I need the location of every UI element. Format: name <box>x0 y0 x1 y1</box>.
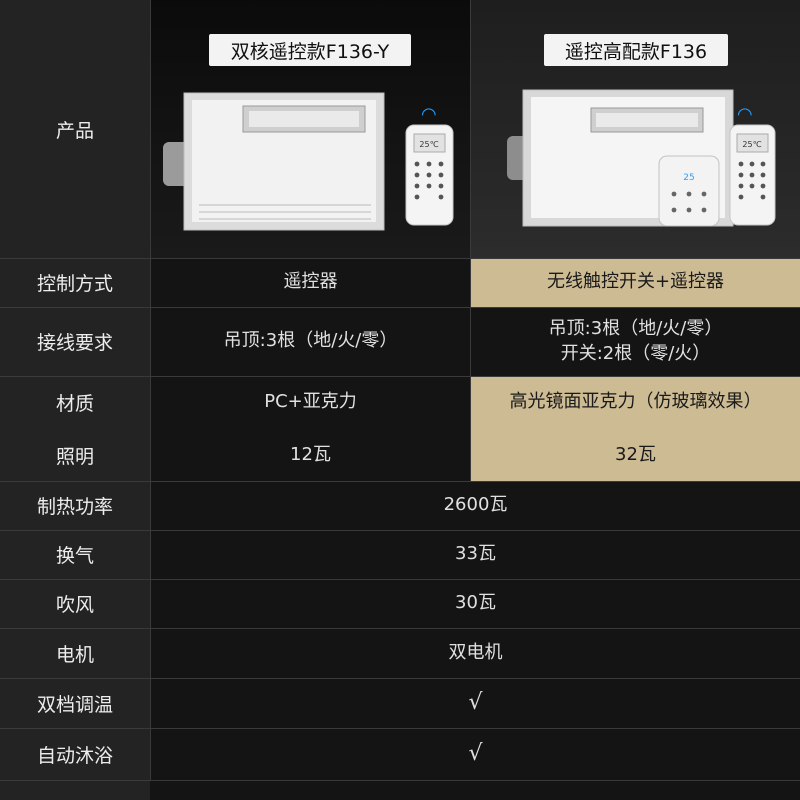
p2-wiring-line1: 吊顶:3根（地/火/零） <box>548 318 723 340</box>
row-label-material: 材质 <box>55 393 94 415</box>
row-label-heating-power: 制热功率 <box>36 496 113 518</box>
divider <box>0 307 800 308</box>
p2-wiring-line2: 开关:2根（零/火） <box>560 342 711 364</box>
wifi-icon: ◠ <box>421 104 437 125</box>
comparison-table: 双核遥控款F136-Y 25℃ ◠ 遥控高配款F136 25 25℃ ◠ 产品 … <box>0 0 800 800</box>
dual-temp-check: √ <box>468 690 483 716</box>
row-label-product: 产品 <box>55 119 94 142</box>
divider <box>0 678 800 679</box>
row-label-motor: 电机 <box>55 643 94 666</box>
row-label-lighting: 照明 <box>55 445 94 468</box>
divider <box>150 0 151 780</box>
wifi-icon: ◠ <box>737 104 753 125</box>
panel-display: 25 <box>683 173 694 183</box>
divider <box>0 376 800 377</box>
product-cell-1: 双核遥控款F136-Y 25℃ ◠ <box>151 0 470 258</box>
p2-material: 高光镜面亚克力（仿玻璃效果） <box>471 376 800 429</box>
p2-wiring: 吊顶:3根（地/火/零） 开关:2根（零/火） <box>471 307 800 376</box>
blow-value: 30瓦 <box>455 592 496 614</box>
row-label-wiring: 接线要求 <box>36 332 113 354</box>
divider <box>0 628 800 629</box>
p2-control: 无线触控开关+遥控器 <box>471 258 800 307</box>
divider <box>470 0 471 481</box>
p1-wiring: 吊顶:3根（地/火/零） <box>223 330 398 352</box>
heating-power-value: 2600瓦 <box>443 494 508 516</box>
product-2-image: 25 25℃ <box>507 89 776 227</box>
auto-bath-check: √ <box>468 741 483 767</box>
divider <box>0 530 800 531</box>
p1-control: 遥控器 <box>283 271 338 293</box>
p1-material: PC+亚克力 <box>264 391 357 413</box>
p2-lighting: 32瓦 <box>471 429 800 481</box>
remote-display-2: 25℃ <box>742 140 761 149</box>
product-1-image: 25℃ <box>163 92 454 231</box>
divider <box>0 481 800 482</box>
product-cell-2: 遥控高配款F136 25 25℃ ◠ <box>471 0 800 258</box>
divider <box>0 579 800 580</box>
p1-lighting: 12瓦 <box>290 443 331 465</box>
row-label-blow: 吹风 <box>55 594 94 616</box>
row-label-auto-bath: 自动沐浴 <box>36 744 113 767</box>
row-label-ventilation: 换气 <box>55 545 94 567</box>
remote-display-1: 25℃ <box>419 140 438 149</box>
divider <box>0 728 800 729</box>
row-label-control: 控制方式 <box>36 273 113 295</box>
ventilation-value: 33瓦 <box>455 543 496 565</box>
divider <box>0 258 800 259</box>
divider <box>0 780 800 781</box>
motor-value: 双电机 <box>448 641 503 663</box>
row-label-dual-temp: 双档调温 <box>36 693 113 716</box>
